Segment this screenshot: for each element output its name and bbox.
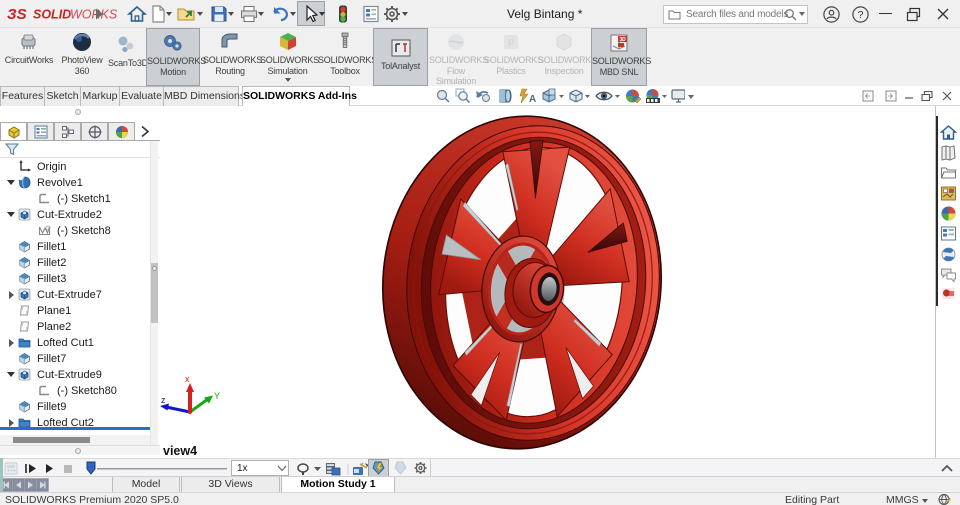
svg-text:3D: 3D xyxy=(620,37,627,43)
svg-text:Y: Y xyxy=(214,391,220,401)
svg-text:A: A xyxy=(529,94,536,105)
svg-text:z: z xyxy=(161,395,166,405)
svg-text:ЗS: ЗS xyxy=(7,6,27,23)
svg-text:P: P xyxy=(508,38,514,48)
svg-text:x: x xyxy=(185,374,190,384)
svg-text:SOLID: SOLID xyxy=(33,8,71,22)
svg-text:?: ? xyxy=(858,9,864,21)
svg-text:view4: view4 xyxy=(163,444,197,458)
